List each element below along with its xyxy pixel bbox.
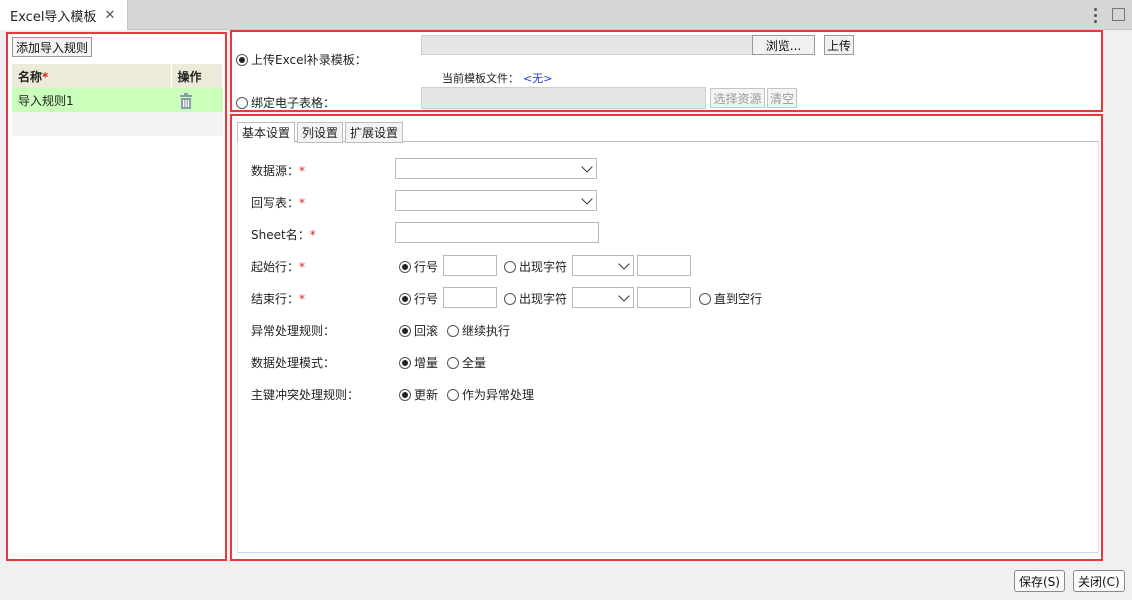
rule-name-cell[interactable]: 导入规则1 bbox=[12, 88, 171, 112]
upload-file-field[interactable] bbox=[421, 35, 753, 55]
error-rule-label: 异常处理规则： bbox=[251, 324, 336, 338]
end-row-until-empty-option[interactable]: 直到空行 bbox=[699, 290, 762, 307]
more-options-icon[interactable] bbox=[1088, 5, 1102, 25]
radio[interactable] bbox=[399, 356, 411, 369]
rule-action-cell bbox=[171, 88, 223, 112]
current-template-file: 当前模板文件： <无> bbox=[442, 70, 552, 86]
start-row-char-select[interactable] bbox=[572, 255, 634, 276]
bind-spreadsheet-option[interactable]: 绑定电子表格： bbox=[236, 94, 335, 111]
start-row-char-option[interactable]: 出现字符 bbox=[504, 258, 567, 275]
import-rules-panel: 添加导入规则 名称* 操作 导入规则1 bbox=[6, 32, 227, 561]
datasource-label: 数据源：* bbox=[251, 164, 306, 178]
upload-radio[interactable] bbox=[236, 53, 248, 66]
save-button[interactable]: 保存(S) bbox=[1014, 570, 1065, 592]
empty-row bbox=[12, 112, 223, 136]
rules-table: 名称* 操作 导入规则1 bbox=[12, 64, 223, 136]
end-row-label: 结束行：* bbox=[251, 292, 306, 306]
radio[interactable] bbox=[504, 260, 516, 273]
chevron-down-icon bbox=[581, 161, 593, 173]
column-header-action: 操作 bbox=[171, 64, 223, 88]
upload-button[interactable]: 上传 bbox=[824, 35, 854, 55]
radio[interactable] bbox=[399, 388, 411, 401]
basic-settings-form: 数据源：* 回写表：* Sheet名：* 起始行：* 行号 出现字符 结束行：*… bbox=[237, 142, 1099, 553]
tab-basic-settings[interactable]: 基本设置 bbox=[237, 122, 296, 143]
start-row-label: 起始行：* bbox=[251, 260, 306, 274]
start-row-char-input[interactable] bbox=[637, 255, 691, 276]
upload-option-label: 上传Excel补录模板： bbox=[251, 53, 367, 67]
window-tabstrip: Excel导入模板 ✕ bbox=[0, 0, 1132, 30]
bind-option-label: 绑定电子表格： bbox=[251, 96, 336, 110]
error-rollback-option[interactable]: 回滚 bbox=[399, 322, 438, 339]
chevron-down-icon bbox=[581, 193, 593, 205]
end-row-char-input[interactable] bbox=[637, 287, 691, 308]
pk-update-option[interactable]: 更新 bbox=[399, 386, 438, 403]
radio[interactable] bbox=[399, 292, 411, 305]
maximize-icon[interactable] bbox=[1112, 8, 1125, 21]
mode-full-option[interactable]: 全量 bbox=[447, 354, 486, 371]
trash-icon[interactable] bbox=[179, 92, 193, 109]
bound-spreadsheet-field bbox=[421, 87, 706, 109]
rule-settings-panel: 基本设置 列设置 扩展设置 数据源：* 回写表：* Sheet名：* 起始行：*… bbox=[230, 114, 1103, 561]
radio[interactable] bbox=[447, 324, 459, 337]
browse-button[interactable]: 浏览... bbox=[752, 35, 815, 55]
writeback-table-select[interactable] bbox=[395, 190, 597, 211]
close-button[interactable]: 关闭(C) bbox=[1073, 570, 1125, 592]
chevron-down-icon bbox=[618, 258, 630, 270]
start-row-number-option[interactable]: 行号 bbox=[399, 258, 438, 275]
radio[interactable] bbox=[447, 356, 459, 369]
column-header-name: 名称* bbox=[12, 64, 172, 88]
error-continue-option[interactable]: 继续执行 bbox=[447, 322, 510, 339]
pk-conflict-label: 主键冲突处理规则： bbox=[251, 388, 360, 402]
current-file-label: 当前模板文件： bbox=[442, 72, 519, 85]
writeback-table-label: 回写表：* bbox=[251, 196, 306, 210]
close-icon[interactable]: ✕ bbox=[104, 8, 115, 23]
tab-excel-import-template[interactable]: Excel导入模板 ✕ bbox=[0, 0, 128, 30]
tab-column-settings[interactable]: 列设置 bbox=[297, 122, 344, 143]
radio[interactable] bbox=[447, 388, 459, 401]
chevron-down-icon bbox=[618, 290, 630, 302]
end-row-number-input[interactable] bbox=[443, 287, 497, 308]
mode-incremental-option[interactable]: 增量 bbox=[399, 354, 438, 371]
add-import-rule-button[interactable]: 添加导入规则 bbox=[12, 37, 93, 57]
settings-tabs: 基本设置 列设置 扩展设置 bbox=[237, 122, 1099, 143]
radio[interactable] bbox=[399, 260, 411, 273]
bind-radio[interactable] bbox=[236, 96, 248, 109]
clear-button[interactable]: 清空 bbox=[767, 88, 797, 108]
datasource-select[interactable] bbox=[395, 158, 597, 179]
radio[interactable] bbox=[399, 324, 411, 337]
pk-as-error-option[interactable]: 作为异常处理 bbox=[447, 386, 534, 403]
end-row-number-option[interactable]: 行号 bbox=[399, 290, 438, 307]
sheet-name-input[interactable] bbox=[395, 222, 599, 243]
upload-excel-option[interactable]: 上传Excel补录模板： bbox=[236, 51, 367, 68]
current-file-value: <无> bbox=[523, 72, 553, 85]
end-row-char-option[interactable]: 出现字符 bbox=[504, 290, 567, 307]
end-row-char-select[interactable] bbox=[572, 287, 634, 308]
radio[interactable] bbox=[504, 292, 516, 305]
template-source-panel: 上传Excel补录模板： 浏览... 上传 当前模板文件： <无> 绑定电子表格：… bbox=[230, 30, 1103, 112]
radio[interactable] bbox=[699, 292, 711, 305]
tab-extended-settings[interactable]: 扩展设置 bbox=[345, 122, 404, 143]
start-row-number-input[interactable] bbox=[443, 255, 497, 276]
tab-title: Excel导入模板 bbox=[10, 9, 97, 25]
process-mode-label: 数据处理模式： bbox=[251, 356, 336, 370]
table-row[interactable]: 导入规则1 bbox=[12, 88, 223, 112]
select-resource-button[interactable]: 选择资源 bbox=[710, 88, 765, 108]
sheet-name-label: Sheet名：* bbox=[251, 228, 316, 242]
